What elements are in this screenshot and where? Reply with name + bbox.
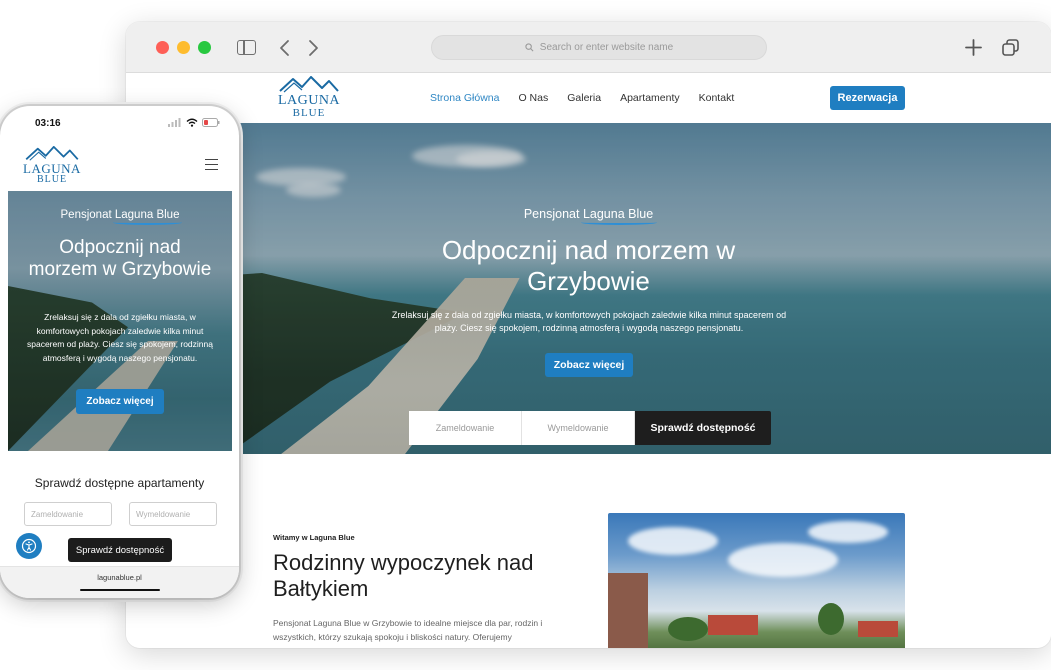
mobile-hero-title: Odpocznij nad morzem w Grzybowie	[28, 237, 212, 280]
mobile-logo-line2: BLUE	[36, 174, 68, 185]
mobile-hero-kicker-brand: Laguna Blue	[112, 209, 183, 225]
mountain-waves-icon	[25, 146, 79, 161]
see-more-button[interactable]: Zobacz więcej	[545, 353, 633, 377]
about-kicker: Witamy w Laguna Blue	[273, 533, 355, 542]
mobile-browser-bar	[0, 566, 239, 598]
reservation-button[interactable]: Rezerwacja	[830, 86, 905, 110]
back-arrow-icon[interactable]	[278, 39, 292, 57]
mobile-hero-description: Zrelaksuj się z dala od zgiełku miasta, …	[27, 312, 213, 363]
guesthouse-photo	[608, 513, 905, 648]
browser-toolbar: Search or enter website name	[126, 22, 1051, 73]
nav-home[interactable]: Strona Główna	[430, 92, 499, 104]
hero-description: Zrelaksuj się z dala od zgiełku miasta, …	[391, 310, 787, 333]
nav-about[interactable]: O Nas	[518, 92, 548, 104]
main-menu: Strona Główna O Nas Galeria Apartamenty …	[430, 92, 734, 104]
hero-section: Pensjonat Laguna Blue Odpocznij nad morz…	[126, 123, 1051, 454]
accessibility-icon[interactable]	[16, 533, 42, 559]
nav-gallery[interactable]: Galeria	[567, 92, 601, 104]
maximize-window-button[interactable]	[198, 41, 211, 54]
wifi-icon	[186, 118, 198, 127]
close-window-button[interactable]	[156, 41, 169, 54]
mobile-laguna-blue-logo[interactable]: LAGUNA BLUE	[22, 146, 82, 185]
mobile-hero-kicker-prefix: Pensjonat	[60, 209, 112, 221]
forward-arrow-icon[interactable]	[306, 39, 320, 57]
laguna-blue-logo[interactable]: LAGUNA BLUE	[276, 76, 342, 122]
mobile-check-title: Sprawdź dostępne apartamenty	[34, 476, 205, 490]
nav-contact[interactable]: Kontakt	[699, 92, 735, 104]
nav-apartments[interactable]: Apartamenty	[620, 92, 680, 104]
hero-title: Odpocznij nad morzem w Grzybowie	[441, 235, 736, 296]
sidebar-toggle-icon[interactable]	[237, 40, 256, 55]
home-indicator	[80, 589, 160, 591]
about-section: Witamy w Laguna Blue Rodzinny wypoczynek…	[126, 454, 1051, 648]
address-bar-placeholder: Search or enter website name	[539, 42, 674, 53]
mobile-check-availability-button[interactable]: Sprawdź dostępność	[68, 538, 172, 562]
status-bar-time: 03:16	[35, 118, 61, 129]
tab-overview-icon[interactable]	[1001, 38, 1020, 57]
new-tab-plus-icon[interactable]	[964, 38, 983, 57]
hero-kicker: Pensjonat Laguna Blue	[126, 207, 1051, 225]
mobile-hero-section: Pensjonat Laguna Blue Odpocznij nad morz…	[8, 191, 232, 451]
checkout-input[interactable]: Wymeldowanie	[522, 411, 635, 445]
mobile-checkout-input[interactable]: Wymeldowanie	[129, 502, 217, 526]
signal-icon	[168, 118, 181, 127]
check-availability-button[interactable]: Sprawdź dostępność	[635, 411, 771, 445]
address-bar[interactable]: Search or enter website name	[431, 35, 767, 60]
hero-kicker-prefix: Pensjonat	[523, 207, 580, 221]
desktop-browser-window: Search or enter website name LAGUNA BLUE…	[126, 22, 1051, 648]
search-icon	[525, 43, 534, 52]
about-text: Pensjonat Laguna Blue w Grzybowie to ide…	[273, 618, 543, 648]
about-title: Rodzinny wypoczynek nad Bałtykiem	[273, 550, 534, 601]
mobile-see-more-button[interactable]: Zobacz więcej	[76, 389, 164, 414]
mountain-waves-icon	[279, 76, 339, 93]
mobile-checkin-input[interactable]: Zameldowanie	[24, 502, 112, 526]
battery-icon	[202, 118, 220, 127]
hero-kicker-brand: Laguna Blue	[580, 207, 658, 225]
hamburger-menu-icon[interactable]	[205, 159, 218, 170]
mobile-url[interactable]: lagunablue.pl	[0, 573, 239, 582]
status-bar-icons	[168, 118, 220, 127]
mobile-hero-kicker: Pensjonat Laguna Blue	[8, 209, 232, 225]
minimize-window-button[interactable]	[177, 41, 190, 54]
mobile-phone-mockup: 03:16 LAGUNA BLUE Pensjonat Laguna Blue …	[0, 106, 239, 598]
logo-line2: BLUE	[292, 107, 326, 119]
logo-line1: LAGUNA	[277, 93, 341, 108]
site-header: LAGUNA BLUE Strona Główna O Nas Galeria …	[126, 73, 1051, 123]
booking-bar: Zameldowanie Wymeldowanie Sprawdź dostęp…	[409, 411, 771, 445]
checkin-input[interactable]: Zameldowanie	[409, 411, 522, 445]
